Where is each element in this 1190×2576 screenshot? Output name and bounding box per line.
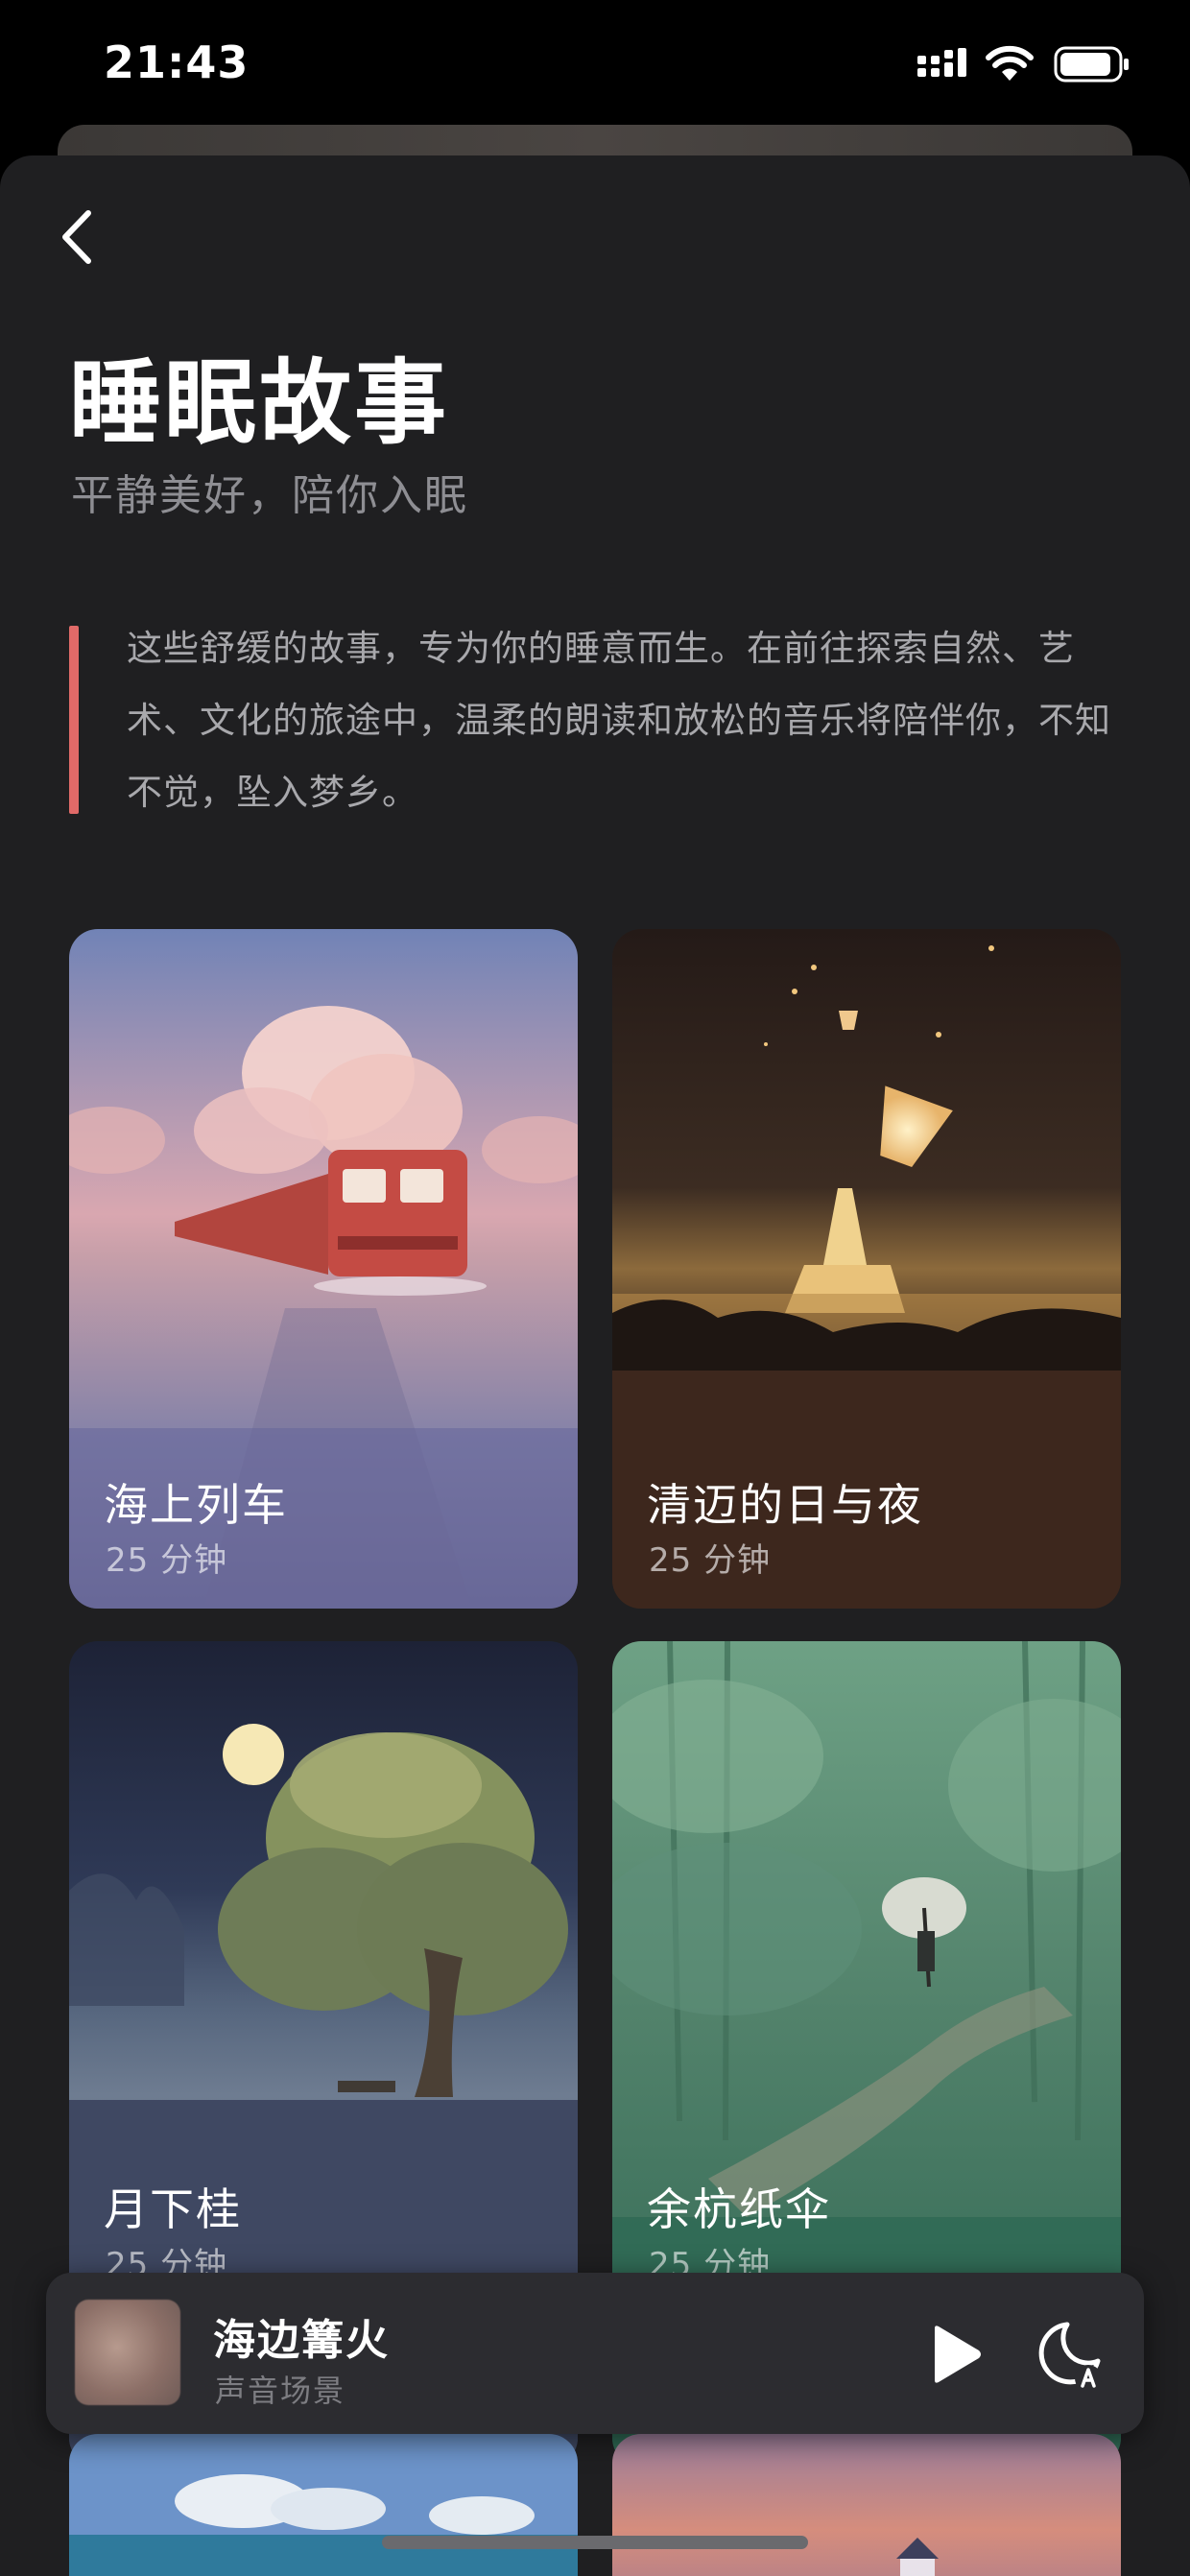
story-card[interactable]: 海上列车 25 分钟 [69,929,578,1609]
cellular-signal-icon [917,48,966,77]
quote-accent-bar [69,626,79,814]
home-indicator[interactable] [382,2536,808,2549]
story-duration: 25 分钟 [106,1541,228,1580]
battery-icon [1054,46,1129,83]
seaside-illustration-icon [69,2434,578,2576]
now-playing-artwork [75,2300,180,2405]
story-title: 余杭纸伞 [647,2183,831,2235]
story-title: 清迈的日与夜 [647,1479,923,1531]
intro-description: 这些舒缓的故事，专为你的睡意而生。在前往探索自然、艺术、文化的旅途中，温柔的朗读… [127,628,1111,813]
page-title: 睡眠故事 [69,349,449,457]
play-icon[interactable] [921,2321,988,2388]
now-playing-title: 海边篝火 [213,2316,390,2365]
story-card[interactable] [69,2434,578,2576]
sleep-timer-icon[interactable] [1029,2315,1109,2396]
status-time: 21:43 [104,36,250,88]
status-bar: 21:43 [0,0,1190,125]
story-card[interactable]: 清迈的日与夜 25 分钟 [612,929,1121,1609]
story-duration: 25 分钟 [649,1541,772,1580]
now-playing-subtitle: 声音场景 [215,2373,346,2409]
back-chevron-icon[interactable] [54,203,102,271]
story-title: 海上列车 [104,1479,288,1531]
story-title: 月下桂 [104,2183,242,2235]
story-card[interactable] [612,2434,1121,2576]
now-playing-bar[interactable]: 海边篝火 声音场景 [46,2273,1144,2434]
sleep-stories-sheet: 睡眠故事 平静美好，陪你入眠 这些舒缓的故事，专为你的睡意而生。在前往探索自然、… [0,155,1190,2576]
lighthouse-illustration-icon [612,2434,1121,2576]
page-subtitle: 平静美好，陪你入眠 [71,471,468,520]
wifi-icon [986,45,1034,81]
